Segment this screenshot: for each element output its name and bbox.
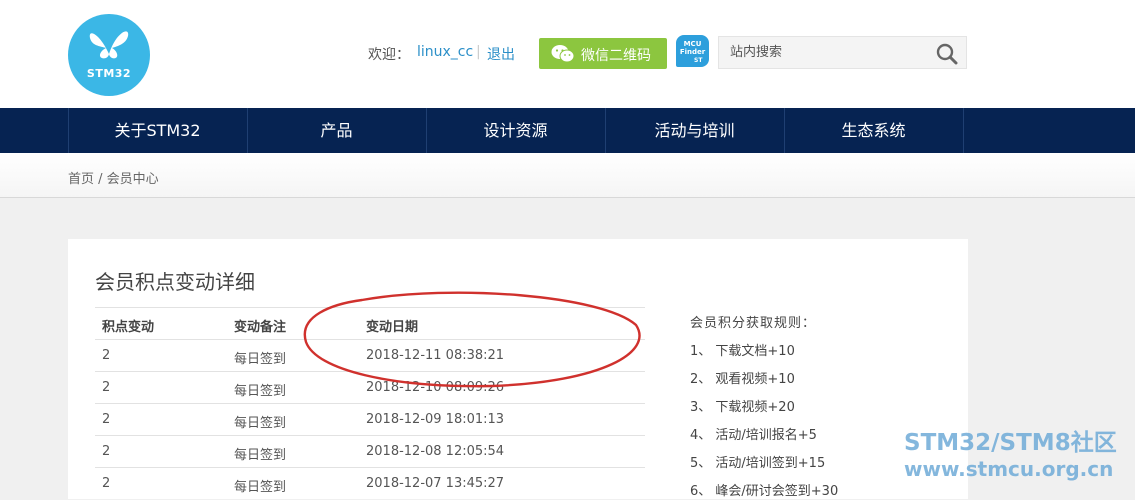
column-header: 积点变动 bbox=[102, 320, 155, 335]
cell-change: 2 bbox=[102, 412, 111, 427]
table-row: 2 每日签到 2018-12-07 13:45:27 bbox=[95, 467, 645, 500]
stm32-logo[interactable]: STM32 bbox=[68, 14, 150, 96]
breadcrumb-bar: 首页 / 会员中心 bbox=[0, 153, 1135, 198]
nav-item-products[interactable]: 产品 bbox=[247, 108, 425, 153]
table-row: 2 每日签到 2018-12-08 12:05:54 bbox=[95, 435, 645, 468]
site-watermark: STM32/STM8社区 www.stmcu.org.cn bbox=[904, 430, 1117, 482]
cell-date: 2018-12-08 12:05:54 bbox=[366, 444, 505, 459]
cell-note: 每日签到 bbox=[234, 480, 287, 495]
cell-note: 每日签到 bbox=[234, 448, 287, 463]
cell-change: 2 bbox=[102, 476, 111, 491]
main-nav: 关于STM32 产品 设计资源 活动与培训 生态系统 bbox=[0, 108, 1135, 153]
search-input[interactable] bbox=[719, 37, 935, 68]
cell-change: 2 bbox=[102, 348, 111, 363]
cell-note: 每日签到 bbox=[234, 384, 287, 399]
rule-item: 3、 下载视频+20 bbox=[690, 400, 795, 415]
nav-divider bbox=[963, 108, 964, 153]
wechat-button-label: 微信二维码 bbox=[581, 48, 651, 64]
nav-item-design-resources[interactable]: 设计资源 bbox=[426, 108, 604, 153]
rule-item: 4、 活动/培训报名+5 bbox=[690, 428, 817, 443]
breadcrumb[interactable]: 首页 / 会员中心 bbox=[68, 168, 159, 187]
cell-date: 2018-12-07 13:45:27 bbox=[366, 476, 505, 491]
rules-title: 会员积分获取规则： bbox=[690, 316, 817, 331]
cell-note: 每日签到 bbox=[234, 352, 287, 367]
site-header: STM32 欢迎： linux_cc | 退出 微信二维码 MCU Finder… bbox=[0, 0, 1135, 108]
welcome-label: 欢迎： bbox=[368, 47, 410, 63]
annotation-ellipse bbox=[303, 291, 641, 388]
link-separator: | bbox=[476, 44, 481, 60]
mcu-finder-badge[interactable]: MCU Finder ST bbox=[676, 35, 709, 67]
logo-text: STM32 bbox=[86, 67, 132, 80]
watermark-line2: www.stmcu.org.cn bbox=[904, 457, 1114, 481]
site-search bbox=[718, 36, 967, 69]
cell-note: 每日签到 bbox=[234, 416, 287, 431]
mcu-finder-line3: ST bbox=[694, 57, 703, 64]
butterfly-icon bbox=[89, 31, 129, 59]
wechat-icon bbox=[551, 45, 575, 63]
rule-item: 1、 下载文档+10 bbox=[690, 344, 795, 359]
cell-date: 2018-12-09 18:01:13 bbox=[366, 412, 505, 427]
page-title: 会员积点变动详细 bbox=[95, 270, 255, 294]
nav-item-events[interactable]: 活动与培训 bbox=[605, 108, 783, 153]
rule-item: 5、 活动/培训签到+15 bbox=[690, 456, 826, 471]
cell-change: 2 bbox=[102, 380, 111, 395]
column-header: 变动备注 bbox=[234, 320, 287, 335]
nav-item-ecosystem[interactable]: 生态系统 bbox=[784, 108, 962, 153]
wechat-qr-button[interactable]: 微信二维码 bbox=[539, 38, 667, 69]
table-row: 2 每日签到 2018-12-09 18:01:13 bbox=[95, 403, 645, 436]
search-icon[interactable] bbox=[936, 43, 958, 65]
nav-item-about[interactable]: 关于STM32 bbox=[68, 108, 246, 153]
username-link[interactable]: linux_cc bbox=[417, 44, 473, 60]
watermark-line1: STM32/STM8社区 bbox=[904, 430, 1117, 456]
mcu-finder-line2: Finder bbox=[679, 48, 706, 56]
logout-link[interactable]: 退出 bbox=[487, 44, 515, 64]
cell-change: 2 bbox=[102, 444, 111, 459]
rule-item: 2、 观看视频+10 bbox=[690, 372, 795, 387]
mcu-finder-line1: MCU bbox=[683, 40, 702, 48]
